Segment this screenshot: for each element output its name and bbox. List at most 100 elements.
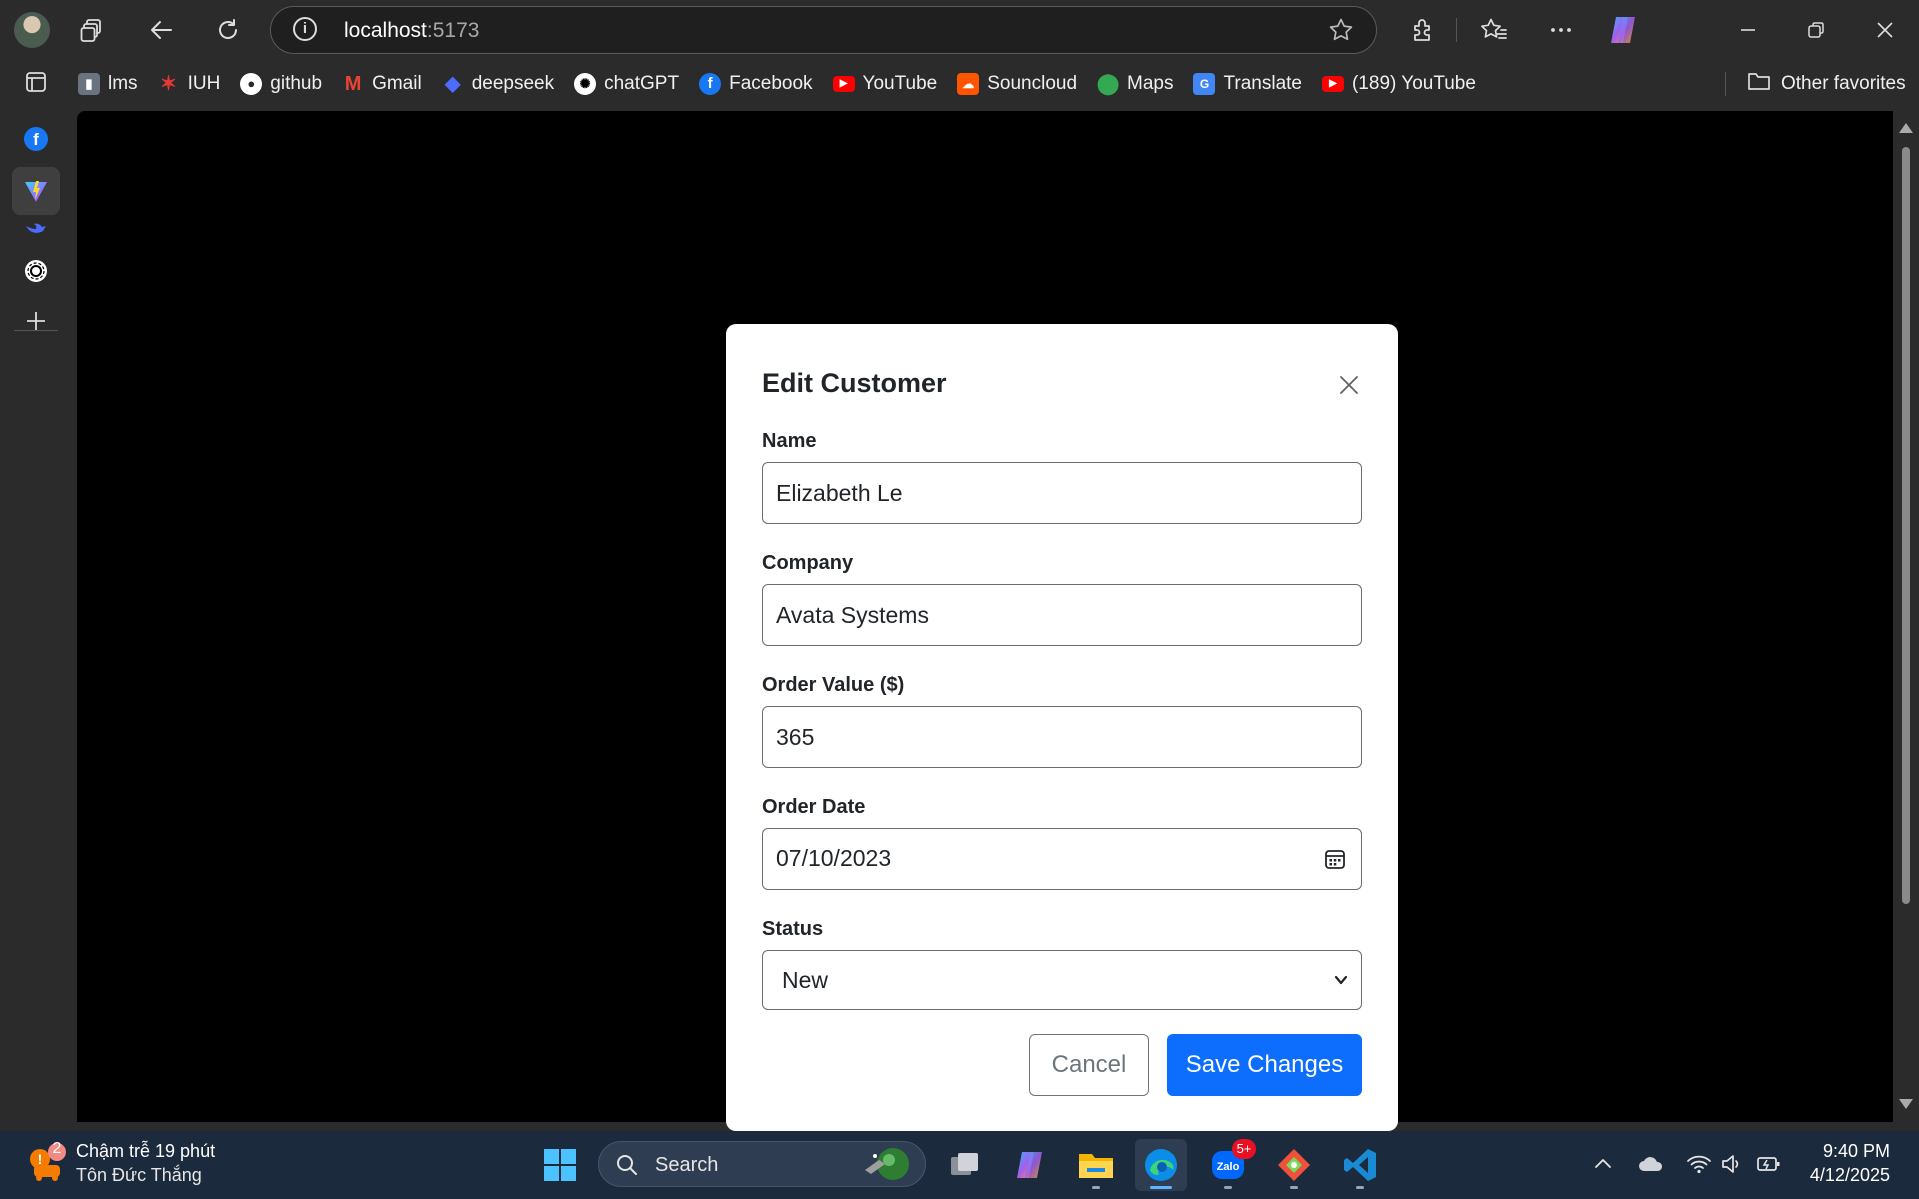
- file-explorer-icon[interactable]: [1070, 1139, 1122, 1191]
- status-selected-value: New: [782, 967, 829, 993]
- volume-icon[interactable]: [1720, 1153, 1744, 1180]
- taskbar-clock-date[interactable]: 4/12/2025: [1790, 1165, 1890, 1186]
- github-icon: ●: [240, 73, 263, 95]
- lms-icon: ▮: [78, 73, 100, 95]
- bookmark-youtube[interactable]: ▶ YouTube: [832, 66, 937, 102]
- calendar-icon[interactable]: [1323, 847, 1347, 876]
- minimize-button[interactable]: [1723, 10, 1773, 50]
- iuh-icon: ✶: [160, 73, 177, 95]
- modal-title: Edit Customer: [762, 368, 947, 398]
- bookmarks-divider: [1725, 72, 1726, 96]
- order-date-label: Order Date: [762, 796, 866, 818]
- bookmark-youtube-189[interactable]: ▶ (189) YouTube: [1321, 66, 1476, 102]
- bookmark-github[interactable]: ● github: [240, 66, 322, 102]
- bookmark-facebook[interactable]: f Facebook: [699, 66, 813, 102]
- name-label: Name: [762, 430, 817, 452]
- battery-charging-icon[interactable]: [1756, 1153, 1782, 1180]
- more-options-icon[interactable]: [1541, 10, 1581, 50]
- bookmark-chatgpt[interactable]: ✺ chatGPT: [574, 66, 679, 102]
- scroll-thumb[interactable]: [1902, 147, 1910, 904]
- bookmark-soundcloud[interactable]: ☁ Souncloud: [957, 66, 1077, 102]
- soundcloud-icon: ☁: [957, 73, 980, 95]
- favorite-star-icon[interactable]: [1328, 17, 1354, 48]
- vertical-sidebar: f: [0, 60, 72, 1130]
- traffic-notification-icon[interactable]: ! 2: [26, 1140, 72, 1187]
- workspaces-icon[interactable]: [73, 10, 113, 50]
- zalo-icon[interactable]: Zalo 5+: [1202, 1139, 1256, 1191]
- status-label: Status: [762, 918, 824, 940]
- taskbar-copilot-icon[interactable]: [1004, 1139, 1056, 1191]
- deepseek-icon: ◆: [445, 73, 461, 95]
- browser-title-bar: i localhost:5173: [0, 0, 1919, 60]
- sidebar-add-icon[interactable]: [12, 297, 60, 345]
- other-favorites[interactable]: Other favorites: [1747, 66, 1906, 102]
- extensions-icon[interactable]: [1402, 10, 1442, 50]
- folder-icon: [1747, 70, 1771, 98]
- sidebar-facebook-icon[interactable]: f: [12, 115, 60, 163]
- app-running-indicator: [1224, 1186, 1232, 1189]
- order-date-input[interactable]: 07/10/2023: [762, 828, 1362, 890]
- order-value-input[interactable]: [762, 706, 1362, 768]
- name-input[interactable]: [762, 462, 1362, 524]
- refresh-icon[interactable]: [208, 10, 248, 50]
- back-icon[interactable]: [142, 10, 182, 50]
- toolbar-divider: [1456, 18, 1457, 42]
- onedrive-icon[interactable]: [1637, 1153, 1665, 1180]
- app-running-indicator: [1092, 1186, 1100, 1189]
- facebook-icon: f: [699, 73, 722, 95]
- save-changes-button[interactable]: Save Changes: [1167, 1034, 1362, 1096]
- taskbar-clock-time[interactable]: 9:40 PM: [1810, 1141, 1890, 1162]
- translate-icon: G: [1193, 73, 1216, 95]
- taskbar-search[interactable]: Search: [598, 1141, 926, 1187]
- app-running-indicator: [1356, 1186, 1364, 1189]
- vscode-icon[interactable]: [1334, 1139, 1386, 1191]
- notification-title[interactable]: Chậm trễ 19 phút: [76, 1141, 215, 1162]
- gmail-icon: M: [344, 73, 362, 95]
- page-viewport: Edit Customer Name Company Order Value (…: [77, 111, 1893, 1131]
- search-icon: [615, 1153, 639, 1182]
- company-label: Company: [762, 552, 854, 574]
- svg-text:!: !: [38, 1151, 43, 1167]
- scroll-up-arrow[interactable]: [1899, 123, 1913, 133]
- address-bar[interactable]: i localhost:5173: [270, 6, 1377, 54]
- search-highlight-icon: [855, 1146, 919, 1187]
- bookmark-iuh[interactable]: ✶ IUH: [158, 66, 220, 102]
- bookmark-maps[interactable]: ⬤ Maps: [1097, 66, 1174, 102]
- svg-text:f: f: [33, 130, 39, 149]
- notification-subtitle[interactable]: Tôn Đức Thắng: [76, 1165, 202, 1186]
- app-active-indicator: [1150, 1186, 1172, 1189]
- status-select[interactable]: New: [762, 950, 1362, 1010]
- scroll-down-arrow[interactable]: [1899, 1099, 1913, 1109]
- git-client-icon[interactable]: [1268, 1139, 1320, 1191]
- profile-avatar[interactable]: [14, 12, 50, 48]
- bookmark-lms[interactable]: ▮ lms: [78, 66, 138, 102]
- edit-customer-modal: Edit Customer Name Company Order Value (…: [726, 324, 1398, 1131]
- sidebar-chatgpt-icon[interactable]: [12, 247, 60, 295]
- address-url[interactable]: localhost:5173: [344, 19, 479, 43]
- windows-taskbar: ! 2 Chậm trễ 19 phút Tôn Đức Thắng Searc…: [0, 1131, 1919, 1199]
- cancel-button[interactable]: Cancel: [1029, 1034, 1149, 1096]
- wifi-icon[interactable]: [1686, 1153, 1712, 1180]
- svg-text:Zalo: Zalo: [1217, 1161, 1240, 1173]
- favorites-icon[interactable]: [1474, 10, 1514, 50]
- bookmark-translate[interactable]: G Translate: [1193, 66, 1302, 102]
- sidebar-deepseek-icon[interactable]: [12, 203, 60, 251]
- task-view-icon[interactable]: [939, 1139, 991, 1191]
- chevron-down-icon: [1333, 972, 1349, 993]
- site-info-icon[interactable]: i: [293, 17, 317, 41]
- zalo-badge: 5+: [1232, 1139, 1256, 1159]
- restore-button[interactable]: [1791, 10, 1841, 50]
- close-window-button[interactable]: [1860, 10, 1910, 50]
- youtube-icon: ▶: [1321, 76, 1344, 92]
- bookmark-deepseek[interactable]: ◆ deepseek: [442, 66, 554, 102]
- edge-browser-icon[interactable]: [1135, 1139, 1187, 1191]
- bookmark-gmail[interactable]: M Gmail: [342, 66, 422, 102]
- copilot-icon[interactable]: [1603, 10, 1643, 50]
- vertical-tabs-icon[interactable]: [12, 58, 60, 106]
- order-date-value: 07/10/2023: [776, 845, 892, 871]
- windows-start-icon[interactable]: [534, 1139, 586, 1191]
- company-input[interactable]: [762, 584, 1362, 646]
- page-scrollbar[interactable]: [1893, 111, 1919, 1122]
- show-hidden-icons-icon[interactable]: [1592, 1153, 1614, 1180]
- close-icon[interactable]: [1334, 370, 1364, 400]
